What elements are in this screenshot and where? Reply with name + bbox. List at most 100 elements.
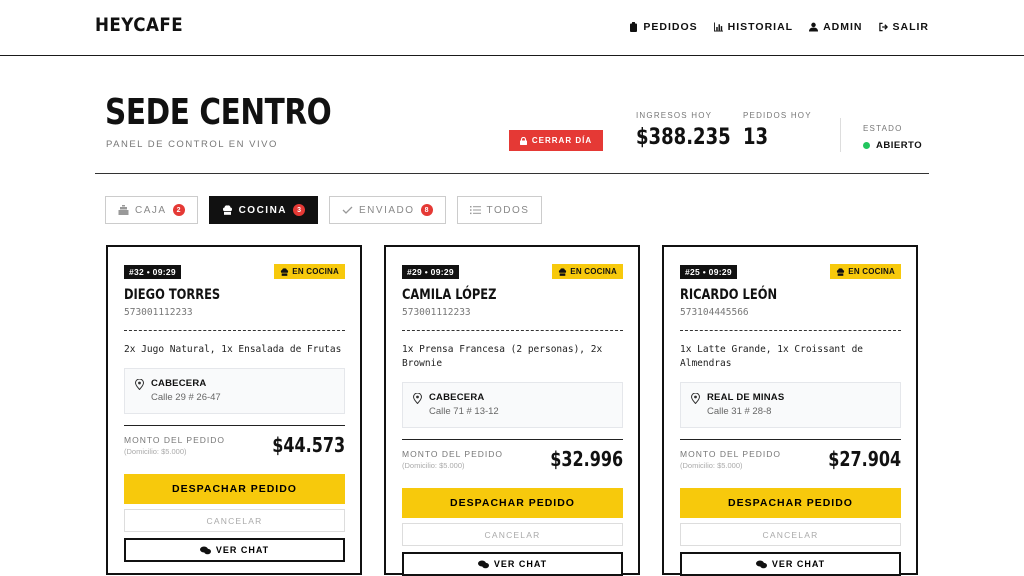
user-icon [809,22,819,32]
chat-icon [477,560,489,568]
delivery-address: CABECERA Calle 71 # 13-12 [402,382,623,428]
order-status-label: EN COCINA [570,267,617,276]
main-nav: PEDIDOS HISTORIAL ADMIN SALIR [629,21,929,33]
tab-caja[interactable]: CAJA 2 [105,196,198,224]
dispatch-order-button[interactable]: DESPACHAR PEDIDO [680,488,901,518]
tab-todos-label: TODOS [486,204,530,216]
amount-label: MONTO DEL PEDIDO [680,449,782,459]
stats-divider [840,118,841,152]
address-street: Calle 71 # 13-12 [429,406,499,417]
chef-icon [222,205,232,215]
status-stat: ESTADO ABIERTO [863,124,922,151]
customer-phone: 573104445566 [680,307,749,318]
view-chat-button[interactable]: VER CHAT [124,538,345,562]
order-total: $27.904 [828,447,901,471]
total-divider [680,439,901,440]
dispatch-order-button[interactable]: DESPACHAR PEDIDO [402,488,623,518]
tab-caja-label: CAJA [135,204,167,216]
delivery-fee: (Domicilio: $5.000) [124,447,187,456]
order-number-badge: #29 • 09:29 [402,265,459,279]
amount-label: MONTO DEL PEDIDO [402,449,504,459]
customer-name: RICARDO LEÓN [680,287,778,303]
status-label: ESTADO [863,124,903,133]
amount-label: MONTO DEL PEDIDO [124,435,226,445]
dashed-divider [124,330,345,331]
address-street: Calle 29 # 26-47 [151,392,221,403]
chat-icon [755,560,767,568]
check-icon [342,206,353,214]
revenue-label: INGRESOS HOY [636,111,713,120]
revenue-value: $388.235 [636,125,731,150]
order-status-label: EN COCINA [292,267,339,276]
order-status-badge: EN COCINA [274,264,345,279]
order-card: #29 • 09:29 EN COCINA CAMILA LÓPEZ 57300… [384,245,640,576]
revenue-stat: INGRESOS HOY $388.235 [636,111,752,150]
nav-historial[interactable]: HISTORIAL [713,21,793,33]
dashed-divider [680,330,901,331]
top-navbar: HEYCAFE PEDIDOS HISTORIAL ADMIN SALIR [0,0,1024,56]
bar-chart-icon [713,22,723,32]
customer-phone: 573001112233 [124,307,193,318]
delivery-address: REAL DE MINAS Calle 31 # 28-8 [680,382,901,428]
nav-pedidos[interactable]: PEDIDOS [629,21,697,33]
total-divider [402,439,623,440]
view-chat-label: VER CHAT [493,559,548,569]
nav-admin[interactable]: ADMIN [809,21,862,33]
close-day-label: CERRAR DÍA [531,136,593,145]
order-items: 1x Prensa Francesa (2 personas), 2x Brow… [402,344,603,369]
orders-value: 13 [743,125,769,150]
order-items: 2x Jugo Natural, 1x Ensalada de Frutas [124,344,342,355]
map-pin-icon [691,393,700,404]
address-street: Calle 31 # 28-8 [707,406,772,417]
order-tabs: CAJA 2 COCINA 3 ENVIADO 8 TODOS [105,196,543,224]
dispatch-order-button[interactable]: DESPACHAR PEDIDO [124,474,345,504]
view-chat-button[interactable]: VER CHAT [680,552,901,576]
app-logo[interactable]: HEYCAFE [95,14,183,36]
order-number-badge: #25 • 09:29 [680,265,737,279]
order-status-label: EN COCINA [848,267,895,276]
view-chat-label: VER CHAT [771,559,826,569]
tab-cocina[interactable]: COCINA 3 [208,196,319,224]
delivery-fee: (Domicilio: $5.000) [402,461,465,470]
tab-todos[interactable]: TODOS [456,196,543,224]
chef-icon [837,267,845,276]
tab-cocina-label: COCINA [238,204,288,216]
map-pin-icon [413,393,422,404]
tab-enviado-label: ENVIADO [359,204,415,216]
lock-icon [519,136,527,145]
tab-cocina-count: 3 [293,204,306,216]
customer-name: DIEGO TORRES [124,287,221,303]
cancel-order-button[interactable]: CANCELAR [124,509,345,532]
order-total: $44.573 [272,433,345,457]
view-chat-label: VER CHAT [215,545,270,555]
chat-icon [199,546,211,554]
nav-salir[interactable]: SALIR [878,21,930,33]
cancel-order-button[interactable]: CANCELAR [680,523,901,546]
order-total: $32.996 [550,447,623,471]
page-title: SEDE CENTRO [105,92,332,133]
nav-admin-label: ADMIN [823,21,863,33]
tab-enviado-count: 8 [420,204,433,216]
delivery-address: CABECERA Calle 29 # 26-47 [124,368,345,414]
list-icon [469,206,481,215]
close-day-button[interactable]: CERRAR DÍA [509,130,603,151]
delivery-fee: (Domicilio: $5.000) [680,461,743,470]
sign-out-icon [878,22,888,32]
tab-caja-count: 2 [172,204,185,216]
order-number-badge: #32 • 09:29 [124,265,181,279]
tab-enviado[interactable]: ENVIADO 8 [329,196,446,224]
address-zone: CABECERA [429,392,485,403]
address-zone: REAL DE MINAS [707,392,785,403]
dashed-divider [402,330,623,331]
page-subtitle: PANEL DE CONTROL EN VIVO [106,139,278,150]
chef-icon [281,267,289,276]
nav-salir-label: SALIR [892,21,929,33]
header-divider [95,173,929,174]
customer-name: CAMILA LÓPEZ [402,287,497,303]
view-chat-button[interactable]: VER CHAT [402,552,623,576]
status-value: ABIERTO [876,140,923,151]
order-items: 1x Latte Grande, 1x Croissant de Almendr… [680,344,864,369]
order-status-badge: EN COCINA [552,264,623,279]
cancel-order-button[interactable]: CANCELAR [402,523,623,546]
chef-icon [559,267,567,276]
